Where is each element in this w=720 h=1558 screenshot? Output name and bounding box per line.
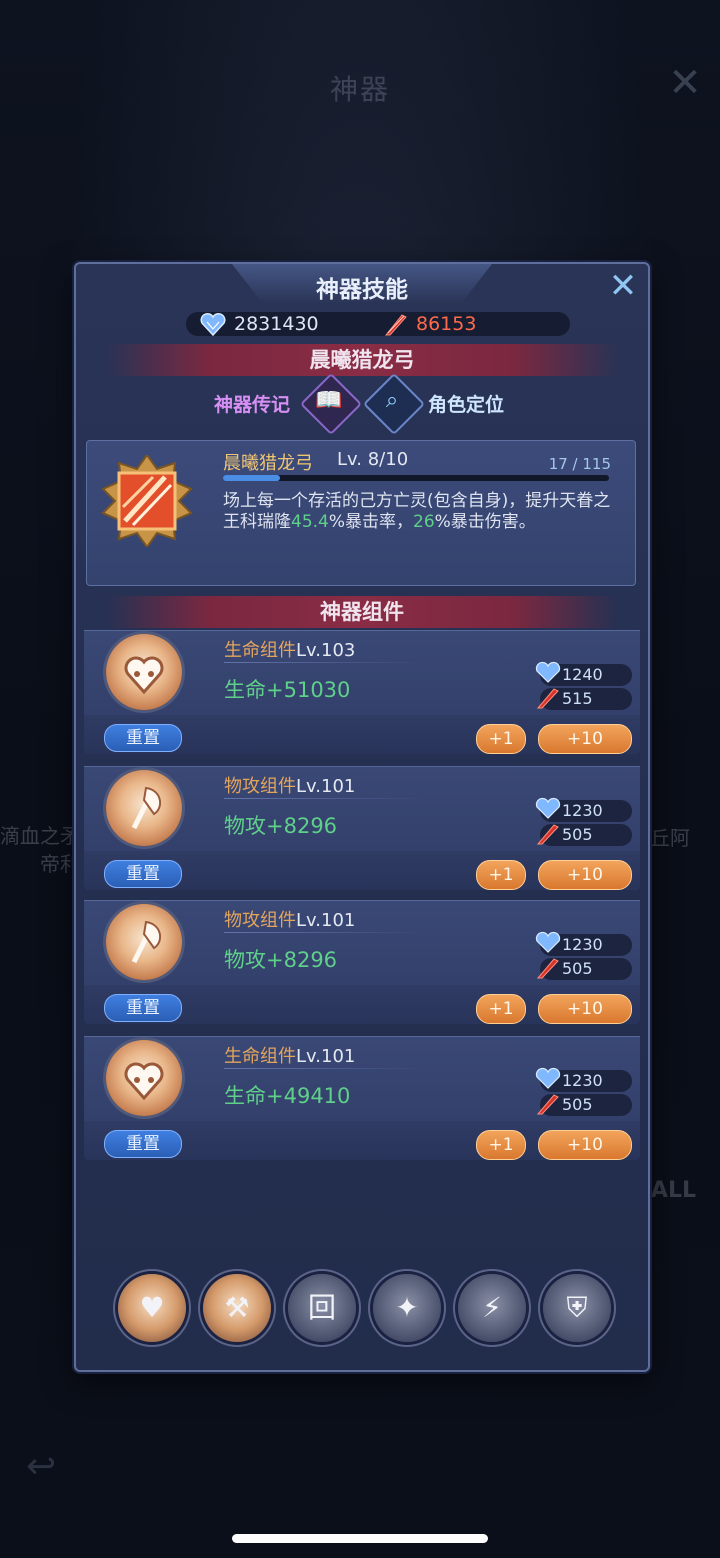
skill-exp-bar [223,475,609,481]
background-hero-name-right: 丘阿 [650,826,690,850]
component-title: 生命组件Lv.103 [224,640,356,661]
artifact-tabs: 神器传记 📖 ⌕ 角色定位 [76,372,648,436]
blue-heart-crystal-icon [535,661,561,683]
reset-button[interactable]: 重置 [104,724,182,752]
tab-role-label[interactable]: 角色定位 [428,390,504,417]
component-title: 物攻组件Lv.101 [224,776,356,797]
divider [224,662,424,663]
component-stat: 物攻+8296 [224,814,338,838]
background-hero-name-left: 滴血之矛 帝利 [0,824,80,876]
red-feather-quill-icon [536,958,559,979]
light-slash-skill-icon[interactable] [101,455,193,547]
resource-red-counter: 86153 [380,312,570,336]
component-title: 物攻组件Lv.101 [224,910,356,931]
tab-lightning-icon[interactable]: ⚡ [458,1274,526,1342]
components-header: 神器组件 [106,596,618,628]
resource-red-value: 86153 [416,313,477,335]
blue-heart-crystal-icon [535,1067,561,1089]
home-indicator[interactable] [232,1534,488,1543]
skill-description: 场上每一个存活的己方亡灵(包含自身)，提升天眷之王科瑞隆45.4%暴击率，26%… [223,491,611,532]
component-card-attack-1: 物攻组件Lv.101 物攻+8296 1230 505 重置 +1 +10 [84,766,640,890]
plus-one-button[interactable]: +1 [476,860,526,890]
component-stat: 生命+51030 [224,678,351,702]
reset-button[interactable]: 重置 [104,1130,182,1158]
axe-icon[interactable] [106,904,182,980]
plus-ten-button[interactable]: +10 [538,1130,632,1160]
red-feather-quill-icon [536,824,559,845]
blue-heart-crystal-icon [200,313,226,337]
red-feather-quill-icon [536,688,559,709]
skill-exp-fill [223,475,281,481]
background-all-label: ALL [650,1178,696,1203]
panel-title: 神器技能 [316,276,408,303]
skill-name: 晨曦猎龙弓 [223,453,313,474]
skill-card: 晨曦猎龙弓 Lv. 8/10 17 / 115 场上每一个存活的己方亡灵(包含自… [86,440,636,586]
component-title: 生命组件Lv.101 [224,1046,356,1067]
tab-flame-shield-icon[interactable]: ✦ [373,1274,441,1342]
plus-ten-button[interactable]: +10 [538,724,632,754]
component-stat: 物攻+8296 [224,948,338,972]
magnifier-icon: ⌕ [385,388,399,413]
book-icon: 📖 [315,388,343,413]
component-stat: 生命+49410 [224,1084,351,1108]
tab-heart-icon[interactable]: ♥ [118,1274,186,1342]
divider [224,932,424,933]
artifact-skill-panel: 神器技能 ✕ 2831430 86153 晨曦猎龙弓 神器传记 📖 ⌕ 角色定位 [74,262,650,1372]
background-title: 神器 [329,73,390,106]
background-close-icon: ✕ [668,60,702,106]
close-icon[interactable]: ✕ [606,269,640,304]
plus-ten-button[interactable]: +10 [538,860,632,890]
component-card-life-1: 生命组件Lv.103 生命+51030 1240 515 重置 +1 +10 [84,630,640,754]
component-card-life-2: 生命组件Lv.101 生命+49410 1230 505 重置 +1 +10 [84,1036,640,1160]
blue-heart-crystal-icon [535,797,561,819]
skill-exp-text: 17 / 115 [548,455,611,473]
tab-lore-label[interactable]: 神器传记 [214,390,290,417]
plus-ten-button[interactable]: +10 [538,994,632,1024]
background-back-arrow-icon: ↩ [26,1446,57,1487]
artifact-name-banner: 晨曦猎龙弓 [106,344,618,376]
tab-shield-plus-icon[interactable]: ⛨ [543,1274,611,1342]
reset-button[interactable]: 重置 [104,860,182,888]
red-feather-quill-icon [536,1094,559,1115]
resource-blue-value: 2831430 [234,313,319,335]
red-feather-quill-icon [384,314,407,336]
component-card-attack-2: 物攻组件Lv.101 物攻+8296 1230 505 重置 +1 +10 [84,900,640,1024]
heart-icon[interactable] [106,634,182,710]
reset-button[interactable]: 重置 [104,994,182,1022]
plus-one-button[interactable]: +1 [476,724,526,754]
component-type-tabs: ♥ ⚒ 回 ✦ ⚡ ⛨ [110,1274,618,1350]
axe-icon[interactable] [106,770,182,846]
skill-level: Lv. 8/10 [337,449,409,470]
tab-rune-icon[interactable]: 回 [288,1274,356,1342]
divider [224,798,424,799]
heart-icon[interactable] [106,1040,182,1116]
blue-heart-crystal-icon [535,931,561,953]
plus-one-button[interactable]: +1 [476,994,526,1024]
plus-one-button[interactable]: +1 [476,1130,526,1160]
tab-axe-icon[interactable]: ⚒ [203,1274,271,1342]
divider [224,1068,424,1069]
